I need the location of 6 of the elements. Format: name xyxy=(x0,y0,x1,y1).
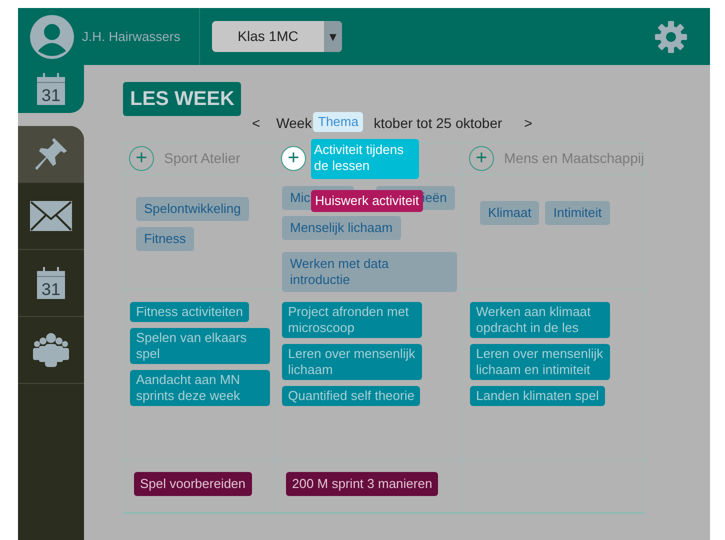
page-title: LES WEEK xyxy=(123,82,242,116)
subject-name: Mens en Maatschappij xyxy=(504,149,644,168)
user-name: J.H. Hairwassers xyxy=(82,28,180,46)
subject-name: Sport Atelier xyxy=(164,149,240,168)
week-label: ktober tot 25 oktober xyxy=(374,114,502,133)
week-label: Week xyxy=(276,114,312,133)
